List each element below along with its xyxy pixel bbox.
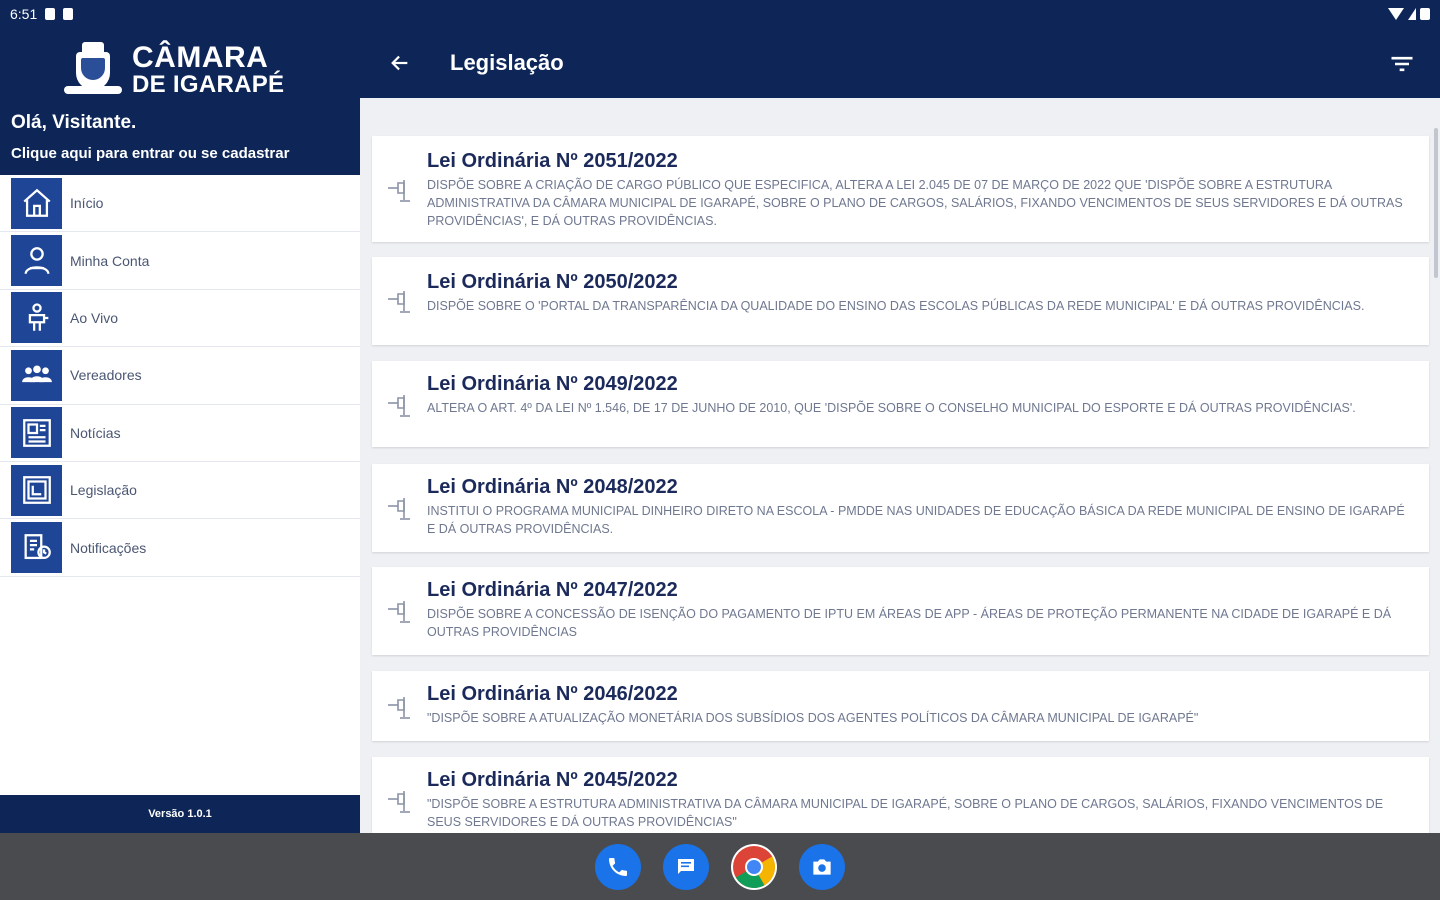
- greeting-text: Olá, Visitante.: [11, 112, 137, 133]
- status-bar: 6:51: [0, 0, 1440, 28]
- menu-item-notificacoes[interactable]: Notificações: [0, 519, 360, 577]
- law-description: "DISPÕE SOBRE A ESTRUTURA ADMINISTRATIVA…: [427, 797, 1384, 829]
- law-card[interactable]: Lei Ordinária Nº 2049/2022 ALTERA O ART.…: [372, 361, 1429, 447]
- law-description: ALTERA O ART. 4º DA LEI Nº 1.546, DE 17 …: [427, 401, 1356, 415]
- navigation-drawer: CÂMARA DE IGARAPÉ Olá, Visitante. Clique…: [0, 28, 360, 833]
- home-icon: [11, 177, 62, 229]
- law-book-icon: [11, 464, 62, 516]
- law-card[interactable]: Lei Ordinária Nº 2048/2022 INSTITUI O PR…: [372, 464, 1429, 552]
- law-title: Lei Ordinária Nº 2048/2022: [427, 476, 678, 498]
- law-description: DISPÕE SOBRE A CRIAÇÃO DE CARGO PÚBLICO …: [427, 178, 1403, 228]
- phone-app-icon[interactable]: [595, 843, 641, 890]
- law-title: Lei Ordinária Nº 2045/2022: [427, 769, 678, 791]
- gavel-document-icon: [388, 291, 410, 313]
- menu-item-label: Início: [70, 195, 104, 212]
- law-title: Lei Ordinária Nº 2049/2022: [427, 373, 678, 395]
- app-dock: [0, 833, 1440, 900]
- camara-logo: CÂMARA DE IGARAPÉ: [64, 42, 284, 98]
- login-link[interactable]: Clique aqui para entrar ou se cadastrar: [11, 145, 289, 162]
- law-description: DISPÕE SOBRE A CONCESSÃO DE ISENÇÃO DO P…: [427, 607, 1392, 639]
- law-title: Lei Ordinária Nº 2047/2022: [427, 579, 678, 601]
- law-title: Lei Ordinária Nº 2046/2022: [427, 683, 678, 705]
- menu-item-ao-vivo[interactable]: Ao Vivo: [0, 290, 360, 348]
- menu-item-label: Notícias: [70, 424, 121, 441]
- scrollbar[interactable]: [1434, 128, 1438, 278]
- filter-button[interactable]: [1388, 50, 1416, 78]
- law-card[interactable]: Lei Ordinária Nº 2045/2022 "DISPÕE SOBRE…: [372, 757, 1429, 833]
- page-title: Legislação: [450, 50, 564, 75]
- law-card[interactable]: Lei Ordinária Nº 2051/2022 DISPÕE SOBRE …: [372, 136, 1429, 242]
- legislation-list: Lei Ordinária Nº 2051/2022 DISPÕE SOBRE …: [360, 98, 1440, 833]
- logo-line-1: CÂMARA: [132, 41, 269, 74]
- law-description: INSTITUI O PROGRAMA MUNICIPAL DINHEIRO D…: [427, 504, 1405, 536]
- gavel-document-icon: [388, 601, 410, 623]
- law-card[interactable]: Lei Ordinária Nº 2046/2022 "DISPÕE SOBRE…: [372, 671, 1429, 741]
- people-icon: [11, 349, 62, 401]
- menu-item-legislacao[interactable]: Legislação: [0, 462, 360, 520]
- logo-line-2: DE IGARAPÉ: [132, 71, 285, 98]
- gavel-document-icon: [388, 180, 410, 202]
- gavel-document-icon: [388, 791, 410, 813]
- back-button[interactable]: [380, 43, 420, 83]
- camera-app-icon[interactable]: [799, 843, 845, 890]
- battery-icon: [1420, 8, 1430, 20]
- shield-status-icon: [45, 8, 56, 20]
- app-bar: Legislação: [360, 28, 1440, 98]
- menu-item-label: Ao Vivo: [70, 309, 118, 326]
- menu-item-inicio[interactable]: Início: [0, 175, 360, 233]
- signal-icon: [1408, 8, 1416, 20]
- law-description: DISPÕE SOBRE O 'PORTAL DA TRANSPARÊNCIA …: [427, 299, 1365, 313]
- menu-item-label: Legislação: [70, 482, 137, 499]
- gavel-document-icon: [388, 498, 410, 520]
- menu-item-label: Minha Conta: [70, 252, 150, 269]
- chrome-app-icon[interactable]: [731, 843, 777, 890]
- law-card[interactable]: Lei Ordinária Nº 2050/2022 DISPÕE SOBRE …: [372, 257, 1429, 345]
- menu-item-label: Vereadores: [70, 367, 142, 384]
- menu-item-minha-conta[interactable]: Minha Conta: [0, 232, 360, 290]
- status-time: 6:51: [10, 6, 38, 22]
- version-label: Versão 1.0.1: [0, 795, 360, 833]
- filter-icon: [1391, 56, 1413, 72]
- gavel-document-icon: [388, 697, 410, 719]
- law-title: Lei Ordinária Nº 2051/2022: [427, 150, 678, 172]
- messages-app-icon[interactable]: [663, 843, 709, 890]
- news-icon: [11, 407, 62, 459]
- sd-card-status-icon: [63, 8, 74, 20]
- menu-item-label: Notificações: [70, 539, 147, 556]
- user-icon: [11, 235, 62, 287]
- notifications-icon: [11, 522, 62, 574]
- drawer-header: CÂMARA DE IGARAPÉ Olá, Visitante. Clique…: [0, 28, 360, 175]
- menu-item-noticias[interactable]: Notícias: [0, 405, 360, 462]
- coat-of-arms-icon: [64, 42, 122, 98]
- law-card[interactable]: Lei Ordinária Nº 2047/2022 DISPÕE SOBRE …: [372, 567, 1429, 655]
- law-description: "DISPÕE SOBRE A ATUALIZAÇÃO MONETÁRIA DO…: [427, 711, 1199, 725]
- live-icon: [11, 292, 62, 344]
- law-title: Lei Ordinária Nº 2050/2022: [427, 271, 678, 293]
- wifi-icon: [1388, 8, 1404, 20]
- arrow-back-icon: [391, 55, 408, 71]
- drawer-menu: Início Minha Conta Ao Vivo Vereadores No…: [0, 175, 360, 577]
- menu-item-vereadores[interactable]: Vereadores: [0, 347, 360, 405]
- gavel-document-icon: [388, 395, 410, 417]
